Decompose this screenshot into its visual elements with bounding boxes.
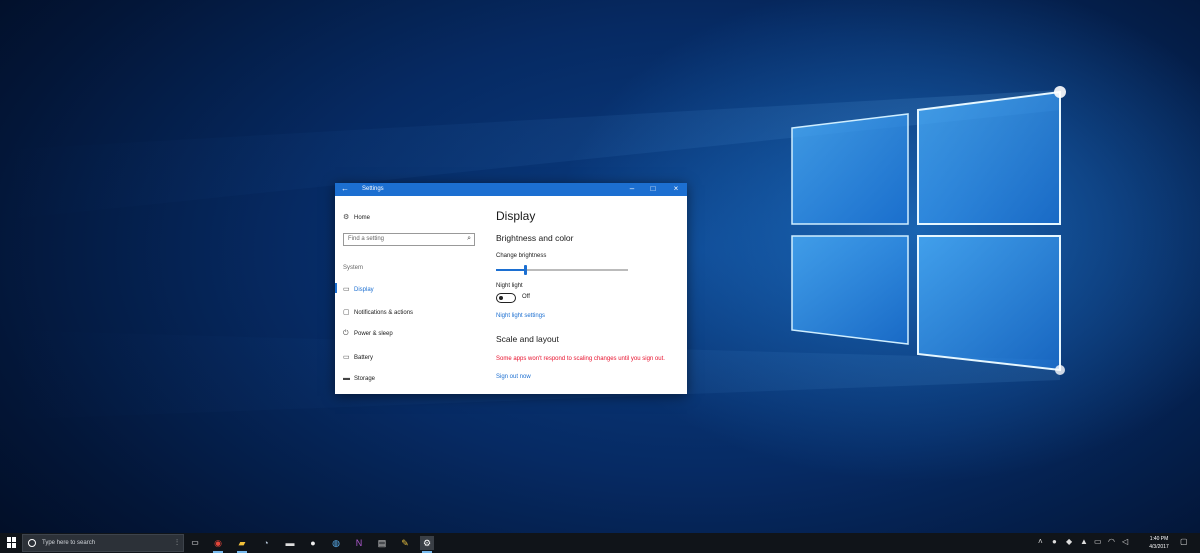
taskbar-search-box[interactable]: Type here to search ⫶ bbox=[22, 534, 184, 552]
night-light-label: Night light bbox=[496, 283, 523, 289]
start-button[interactable] bbox=[7, 537, 17, 548]
nav-home[interactable]: ⚙ Home bbox=[343, 213, 370, 221]
microphone-icon[interactable]: ⫶ bbox=[176, 538, 178, 548]
battery-icon[interactable]: ▭ bbox=[1094, 537, 1102, 546]
onenote-icon[interactable]: N bbox=[352, 536, 366, 550]
title-bar: ← Settings – □ × bbox=[335, 183, 687, 196]
action-center-icon[interactable]: ▢ bbox=[1180, 537, 1188, 546]
app-icon[interactable]: ▬ bbox=[283, 536, 297, 550]
sidebar-item-power[interactable]: ⏻ Power & sleep bbox=[343, 330, 393, 338]
tray-app-icon[interactable]: ▲ bbox=[1080, 537, 1088, 546]
sidebar-item-label: Power & sleep bbox=[354, 331, 393, 337]
scale-warning: Some apps won't respond to scaling chang… bbox=[496, 356, 665, 362]
taskbar-search-placeholder: Type here to search bbox=[42, 540, 96, 546]
sign-out-link[interactable]: Sign out now bbox=[496, 374, 531, 380]
night-light-toggle[interactable] bbox=[496, 293, 516, 303]
settings-window: ← Settings – □ × ⚙ Home Find a setting ⌕ … bbox=[335, 183, 687, 394]
toggle-knob bbox=[499, 296, 503, 300]
task-view-icon[interactable]: ▭ bbox=[188, 536, 202, 550]
page-title: Display bbox=[496, 209, 536, 223]
settings-nav: ⚙ Home Find a setting ⌕ System ▭ Display ▢… bbox=[335, 196, 485, 394]
sidebar-item-label: Battery bbox=[354, 355, 374, 361]
monitor-icon: ▭ bbox=[343, 286, 350, 293]
power-icon: ⏻ bbox=[343, 330, 349, 337]
slider-thumb[interactable] bbox=[524, 265, 528, 275]
sidebar-item-display[interactable]: ▭ Display bbox=[335, 283, 374, 293]
nav-section-system: System bbox=[343, 265, 364, 271]
gear-icon: ⚙ bbox=[343, 214, 350, 221]
slider-fill bbox=[496, 269, 526, 271]
settings-search-input[interactable]: Find a setting ⌕ bbox=[343, 233, 475, 246]
close-icon[interactable]: × bbox=[669, 184, 683, 193]
brightness-label: Change brightness bbox=[496, 253, 547, 259]
clock-date: 4/3/2017 bbox=[1149, 544, 1169, 550]
sidebar-item-label: Notifications & actions bbox=[354, 310, 414, 316]
night-light-state: Off bbox=[522, 294, 530, 300]
volume-icon[interactable]: ◁ bbox=[1122, 537, 1128, 546]
window-title: Settings bbox=[362, 186, 384, 192]
cortana-icon bbox=[28, 539, 36, 547]
app-icon[interactable]: ✎ bbox=[398, 536, 412, 550]
sidebar-item-label: Display bbox=[354, 287, 374, 293]
clock-time: 1:40 PM bbox=[1149, 536, 1169, 542]
battery-icon: ▭ bbox=[343, 354, 350, 361]
file-explorer-icon[interactable]: ▰ bbox=[235, 536, 249, 553]
brightness-heading: Brightness and color bbox=[496, 233, 574, 243]
sidebar-item-label: Storage bbox=[354, 376, 376, 382]
sidebar-item-battery[interactable]: ▭ Battery bbox=[343, 353, 373, 361]
settings-content: Display Brightness and color Change brig… bbox=[496, 196, 687, 394]
back-arrow-icon[interactable]: ← bbox=[341, 184, 349, 193]
sidebar-item-storage[interactable]: ▬ Storage bbox=[343, 375, 375, 382]
app-icon[interactable]: ● bbox=[306, 536, 320, 550]
maximize-icon[interactable]: □ bbox=[646, 184, 660, 193]
notification-icon: ▢ bbox=[343, 309, 350, 316]
wifi-icon[interactable]: ◠ bbox=[1108, 537, 1115, 546]
settings-icon[interactable]: ⚙ bbox=[420, 536, 434, 553]
tray-app-icon[interactable]: ● bbox=[1052, 537, 1057, 546]
night-light-settings-link[interactable]: Night light settings bbox=[496, 313, 545, 319]
search-placeholder: Find a setting bbox=[348, 236, 385, 242]
taskbar-clock[interactable]: 1:40 PM 4/3/2017 bbox=[1144, 535, 1174, 551]
document-icon[interactable]: ▤ bbox=[375, 536, 389, 550]
tray-app-icon[interactable]: ◆ bbox=[1066, 537, 1072, 546]
search-icon: ⌕ bbox=[467, 235, 471, 242]
sidebar-item-notifications[interactable]: ▢ Notifications & actions bbox=[343, 308, 413, 316]
storage-icon: ▬ bbox=[343, 375, 350, 382]
nav-home-label: Home bbox=[354, 215, 371, 221]
chrome-icon[interactable]: ◉ bbox=[211, 536, 225, 553]
steam-icon[interactable]: ◔ bbox=[259, 536, 273, 550]
taskbar: Type here to search ⫶ ▭ ◉ ▰ ◔ ▬ ● ◍ N ▤ … bbox=[0, 533, 1200, 553]
scale-heading: Scale and layout bbox=[496, 334, 559, 344]
minimize-icon[interactable]: – bbox=[625, 184, 639, 193]
chevron-up-icon[interactable]: ˄ bbox=[1038, 537, 1043, 546]
brightness-slider[interactable] bbox=[496, 265, 628, 275]
app-icon[interactable]: ◍ bbox=[329, 536, 343, 550]
